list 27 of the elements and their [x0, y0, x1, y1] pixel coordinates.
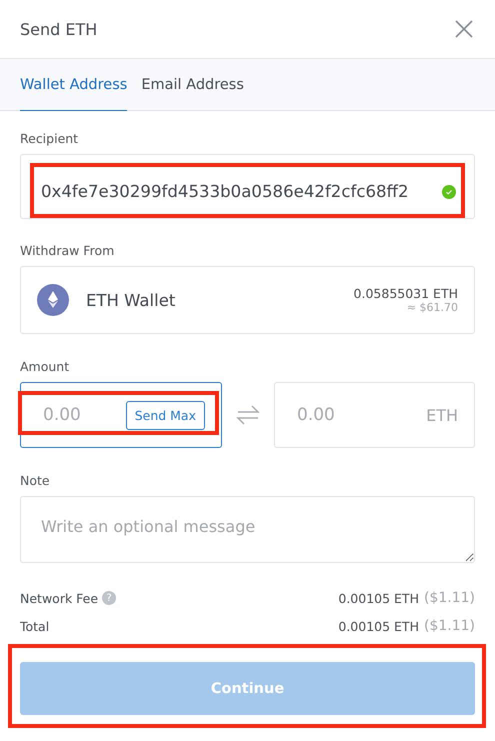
tab[interactable]: Email Address [141, 59, 244, 111]
currency-unit: ETH [426, 406, 458, 424]
field-label: Withdraw From [20, 243, 116, 258]
summary-value: 0.00105 ETH [338, 590, 419, 606]
window-title: Send ETH [20, 20, 98, 38]
ethereum-icon [37, 284, 69, 316]
field-label: Note [20, 473, 51, 488]
summary-value: 0.00105 ETH [338, 618, 419, 634]
fiat-value: ($1.11) [424, 590, 475, 606]
field-label: Recipient [20, 131, 80, 146]
fiat-balance: ≈ $61.70 [406, 301, 458, 314]
tab[interactable]: Wallet Address [20, 59, 128, 111]
address-text: 0x4fe7e30299fd4533b0a0586e42f2cfc68ff2 [41, 182, 409, 201]
close-icon[interactable] [455, 20, 473, 38]
fiat-value: ($1.11) [424, 618, 475, 634]
recipient-field[interactable]: 0x4fe7e30299fd4533b0a0586e42f2cfc68ff2 [20, 154, 475, 219]
summary-label: Network Fee [20, 590, 98, 606]
converted-amount-input[interactable]: 0.00 [295, 404, 426, 426]
wallet-name: ETH Wallet [86, 290, 176, 310]
wallet-balance: 0.05855031 ETH [354, 286, 458, 301]
wallet-card[interactable]: ETH Wallet 0.05855031 ETH ≈ $61.70 [20, 266, 475, 334]
swap-icon[interactable] [236, 405, 260, 425]
field-label: Amount [20, 359, 70, 374]
summary-label: Total [20, 618, 50, 634]
note-field[interactable]: Write an optional message [20, 496, 475, 563]
send-max-button[interactable]: Send Max [126, 400, 205, 430]
amount-input[interactable]: 0.00 [41, 404, 126, 426]
